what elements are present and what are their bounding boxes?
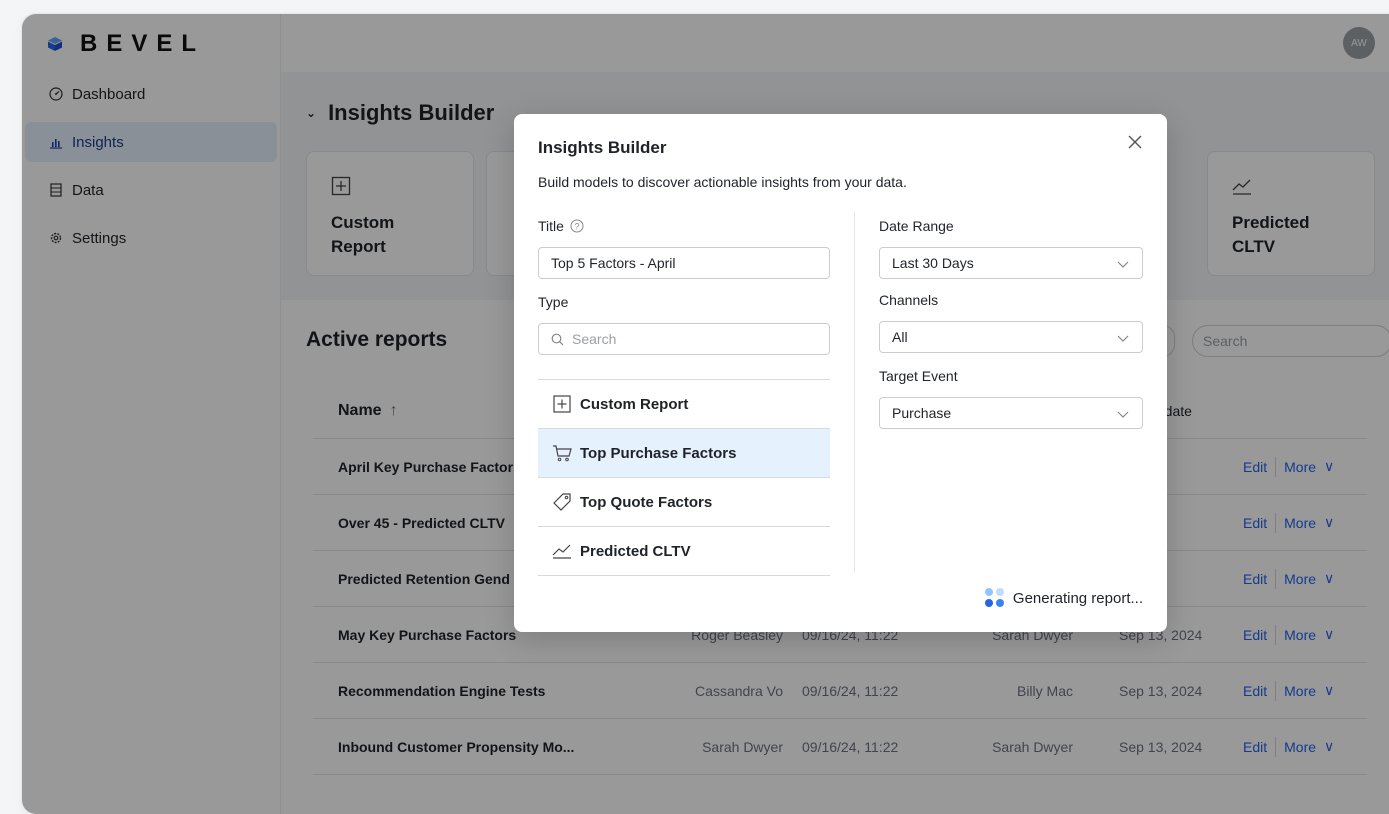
type-option-top-quote-factors[interactable]: Top Quote Factors (538, 478, 830, 527)
tag-icon (552, 492, 572, 512)
target-event-label: Target Event (879, 368, 958, 384)
type-option-custom-report[interactable]: Custom Report (538, 380, 830, 429)
loading-spinner-icon (984, 588, 1005, 608)
help-icon[interactable]: ? (570, 219, 584, 233)
generating-status: Generating report... (984, 588, 1143, 608)
channels-select[interactable]: All (879, 321, 1143, 353)
type-list: Custom Report Top Purchase Factors Top Q… (538, 379, 830, 576)
column-divider (854, 212, 855, 572)
type-option-predicted-cltv[interactable]: Predicted CLTV (538, 527, 830, 576)
type-label: Type (538, 294, 569, 310)
target-event-select[interactable]: Purchase (879, 397, 1143, 429)
chevron-down-icon (1117, 335, 1129, 342)
date-range-label: Date Range (879, 218, 954, 234)
type-search-input[interactable]: Search (538, 323, 830, 355)
search-icon (551, 333, 564, 345)
trend-line-icon (552, 541, 572, 561)
title-label: Title ? (538, 218, 584, 234)
date-range-select[interactable]: Last 30 Days (879, 247, 1143, 279)
chevron-down-icon (1117, 411, 1129, 418)
modal-title: Insights Builder (538, 138, 667, 157)
close-icon[interactable] (1125, 132, 1145, 152)
plus-square-icon (552, 394, 572, 414)
type-option-top-purchase-factors[interactable]: Top Purchase Factors (538, 429, 830, 478)
modal-description: Build models to discover actionable insi… (538, 174, 907, 190)
insights-builder-modal: Insights Builder Build models to discove… (514, 114, 1167, 632)
chevron-down-icon (1117, 261, 1129, 268)
cart-icon (552, 443, 572, 463)
svg-text:?: ? (574, 222, 579, 232)
channels-label: Channels (879, 292, 939, 308)
title-input[interactable]: Top 5 Factors - April (538, 247, 830, 279)
